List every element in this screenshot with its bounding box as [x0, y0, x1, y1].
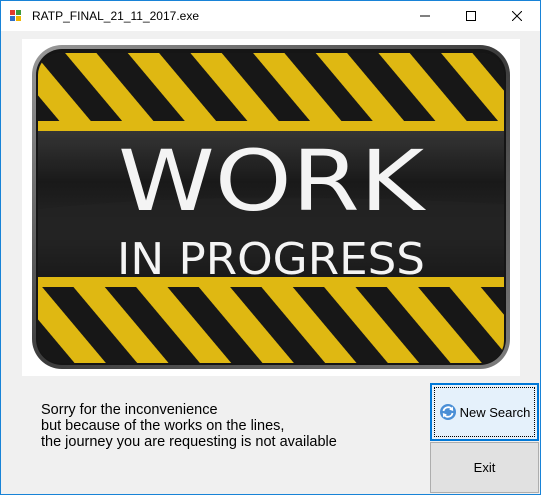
minimize-button[interactable] — [402, 1, 448, 31]
exit-button[interactable]: Exit — [430, 442, 539, 493]
message-line: the journey you are requesting is not av… — [41, 434, 337, 450]
close-icon — [512, 11, 522, 21]
banner-line-1: WORK — [118, 132, 426, 230]
work-in-progress-sign: WORK IN PROGRESS — [32, 45, 510, 369]
new-search-button[interactable]: New Search — [430, 383, 539, 441]
banner-line-2: IN PROGRESS — [117, 234, 425, 285]
app-icon — [10, 10, 21, 21]
title-bar[interactable]: RATP_FINAL_21_11_2017.exe — [1, 1, 540, 31]
exit-label: Exit — [473, 460, 496, 475]
message-line: Sorry for the inconvenience — [41, 402, 218, 418]
error-message: Sorry for the inconvenience but because … — [41, 402, 421, 450]
minimize-icon — [420, 15, 430, 17]
window-title: RATP_FINAL_21_11_2017.exe — [32, 9, 199, 23]
close-button[interactable] — [494, 1, 540, 31]
focus-rectangle — [434, 387, 535, 437]
message-line: but because of the works on the lines, — [41, 418, 285, 434]
app-window: RATP_FINAL_21_11_2017.exe WORK IN PROGRE… — [0, 0, 541, 495]
maximize-icon — [466, 11, 476, 21]
maximize-button[interactable] — [448, 1, 494, 31]
work-in-progress-image: WORK IN PROGRESS — [22, 39, 520, 376]
